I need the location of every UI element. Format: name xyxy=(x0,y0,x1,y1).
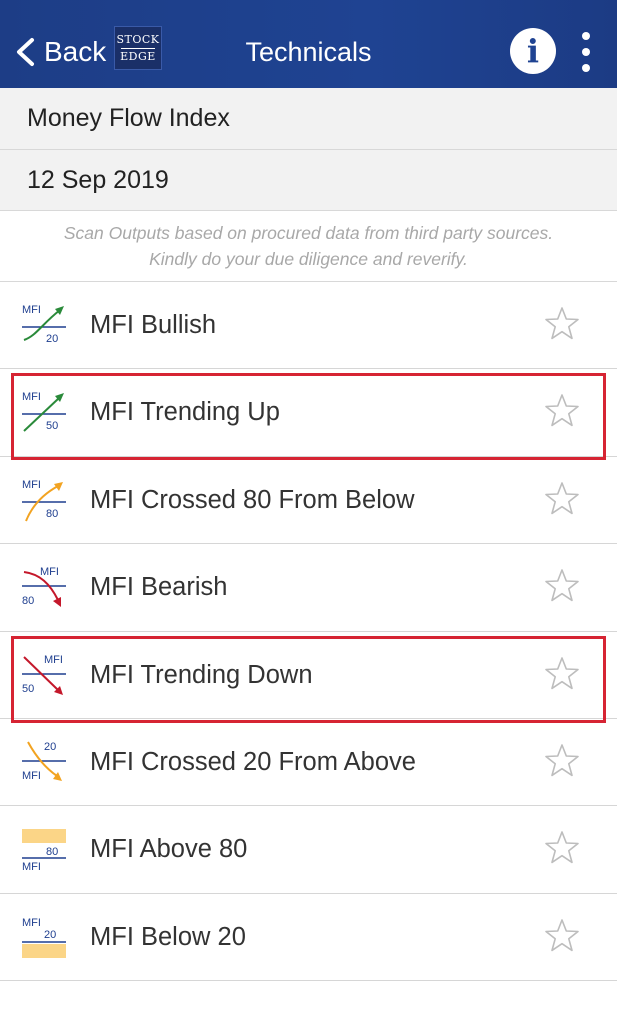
more-dot-icon xyxy=(582,32,590,40)
star-icon[interactable] xyxy=(544,481,580,517)
date-header: 12 Sep 2019 xyxy=(0,150,617,211)
star-icon[interactable] xyxy=(544,393,580,429)
scan-item-mfi-bullish[interactable]: MFI 20 MFI Bullish xyxy=(0,282,617,370)
mfi-trending-down-icon: MFI 50 xyxy=(22,654,66,695)
icon-text-top: MFI xyxy=(40,566,59,578)
icon-text-bottom: 20 xyxy=(46,333,58,345)
mfi-above-80-icon: 80 MFI xyxy=(22,829,66,873)
icon-text-bottom: 80 xyxy=(22,595,34,607)
scan-label: MFI Trending Down xyxy=(90,660,313,689)
star-icon[interactable] xyxy=(544,830,580,866)
mfi-crossed-20-from-above-icon: 20 MFI xyxy=(22,741,66,782)
scan-label: MFI Below 20 xyxy=(90,922,246,951)
scan-label: MFI Crossed 80 From Below xyxy=(90,485,415,514)
scan-item-mfi-bearish[interactable]: MFI 80 MFI Bearish xyxy=(0,544,617,632)
star-icon[interactable] xyxy=(544,918,580,954)
more-dot-icon xyxy=(582,48,590,56)
mfi-bearish-icon: MFI 80 xyxy=(22,566,66,608)
logo-divider xyxy=(121,47,155,49)
mfi-below-20-icon: MFI 20 xyxy=(22,917,66,958)
scan-item-mfi-crossed-80-from-below[interactable]: MFI 80 MFI Crossed 80 From Below xyxy=(0,457,617,545)
logo-text-top: STOCK xyxy=(116,32,160,46)
icon-text-bottom: MFI xyxy=(22,861,41,873)
star-icon[interactable] xyxy=(544,306,580,342)
icon-text-top: 20 xyxy=(44,741,56,753)
star-icon[interactable] xyxy=(544,743,580,779)
disclaimer-line-1: Scan Outputs based on procured data from… xyxy=(63,223,554,243)
icon-text-bottom: 20 xyxy=(44,929,56,941)
icon-text-top: MFI xyxy=(22,391,41,403)
chevron-left-icon xyxy=(17,38,34,66)
mfi-crossed-80-from-below-icon: MFI 80 xyxy=(22,479,66,522)
scan-item-mfi-trending-up[interactable]: MFI 50 MFI Trending Up xyxy=(0,369,617,457)
icon-text-top: MFI xyxy=(44,654,63,666)
info-button[interactable]: i xyxy=(510,28,556,74)
navigation-bar: Back STOCK EDGE Technicals i xyxy=(0,0,617,88)
scan-item-mfi-above-80[interactable]: 80 MFI MFI Above 80 xyxy=(0,806,617,894)
logo-text-bottom: EDGE xyxy=(120,49,156,63)
scan-item-mfi-crossed-20-from-above[interactable]: 20 MFI MFI Crossed 20 From Above xyxy=(0,719,617,807)
scan-label: MFI Crossed 20 From Above xyxy=(90,747,416,776)
info-icon: i xyxy=(526,32,540,70)
disclaimer: Scan Outputs based on procured data from… xyxy=(0,211,617,282)
more-dot-icon xyxy=(582,64,590,72)
back-button[interactable]: Back xyxy=(12,30,106,74)
mfi-trending-up-icon: MFI 50 xyxy=(22,391,66,432)
back-label: Back xyxy=(44,36,107,67)
icon-text-bottom: 50 xyxy=(46,420,58,432)
indicator-header: Money Flow Index xyxy=(0,88,617,150)
disclaimer-line-2: Kindly do your due diligence and reverif… xyxy=(149,249,468,269)
icon-text-bottom: MFI xyxy=(22,770,41,782)
icon-text-top: MFI xyxy=(22,304,41,316)
scan-label: MFI Trending Up xyxy=(90,398,280,427)
mfi-bullish-icon: MFI 20 xyxy=(22,304,66,345)
scan-list: MFI 20 MFI Bullish MFI 50 MFI Trending U… xyxy=(0,282,617,982)
stockedge-logo: STOCK EDGE xyxy=(114,26,162,70)
scan-item-mfi-trending-down[interactable]: MFI 50 MFI Trending Down xyxy=(0,632,617,719)
star-icon[interactable] xyxy=(544,656,580,692)
scan-label: MFI Above 80 xyxy=(90,835,248,864)
more-options-button[interactable] xyxy=(574,32,598,72)
scan-label: MFI Bearish xyxy=(90,573,228,602)
scan-label: MFI Bullish xyxy=(90,311,217,339)
icon-text-top: 80 xyxy=(46,846,58,858)
icon-text-bottom: 50 xyxy=(22,683,34,695)
star-icon[interactable] xyxy=(544,568,580,604)
scan-item-mfi-below-20[interactable]: MFI 20 MFI Below 20 xyxy=(0,894,617,982)
icon-text-top: MFI xyxy=(22,917,41,929)
icon-text-top: MFI xyxy=(22,479,41,491)
icon-text-bottom: 80 xyxy=(46,508,58,520)
